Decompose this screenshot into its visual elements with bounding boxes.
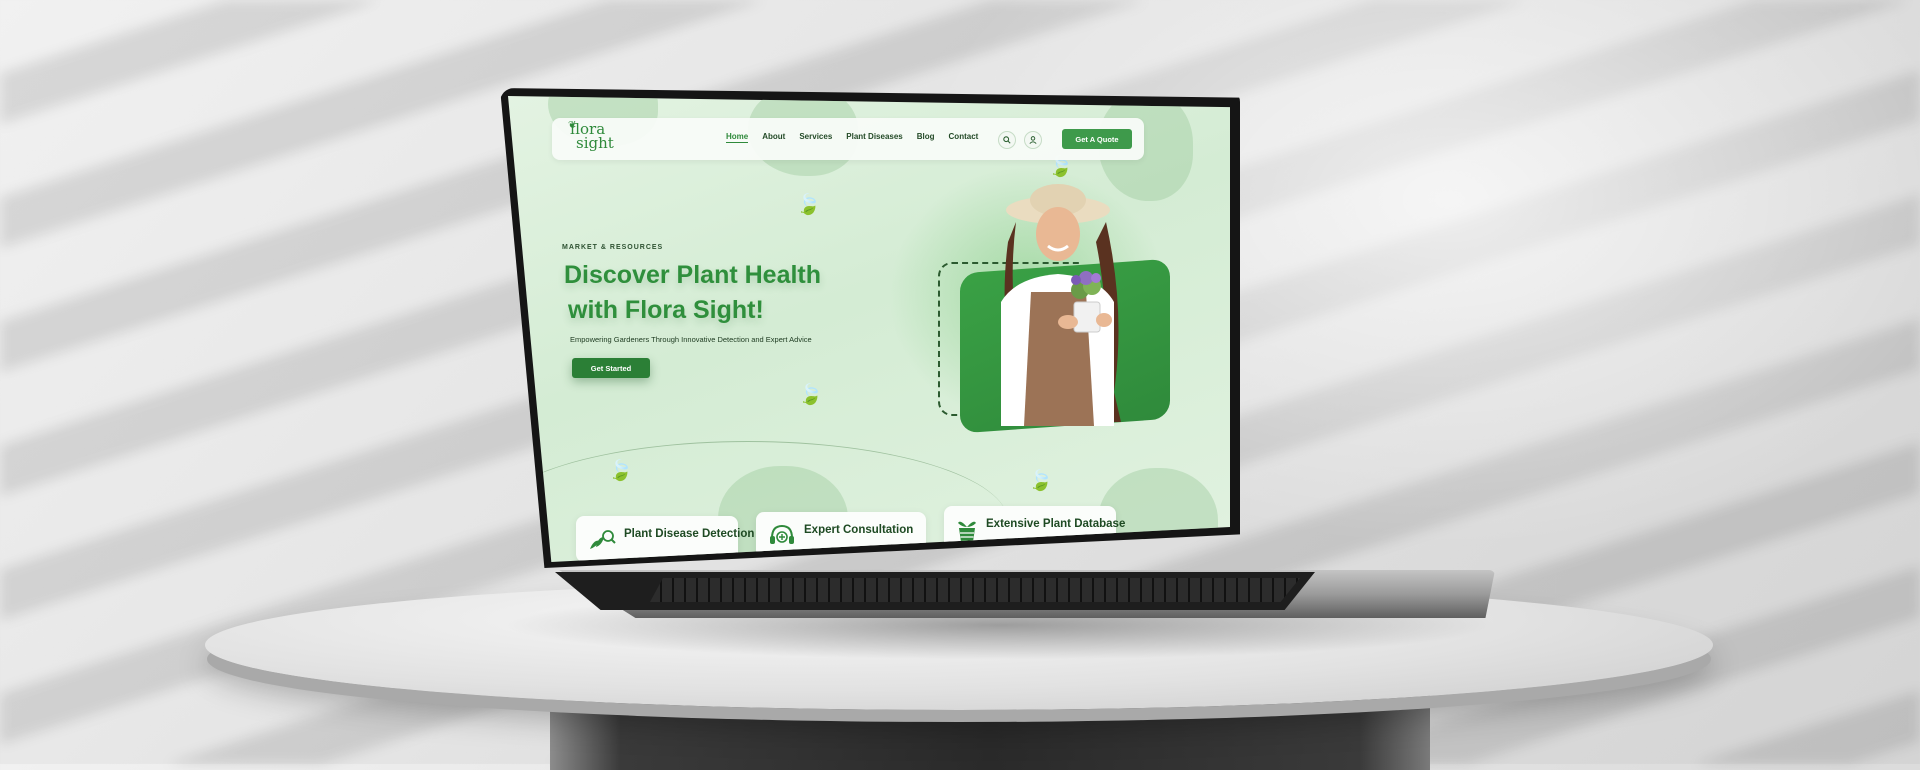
- nav-link-about[interactable]: About: [762, 132, 785, 143]
- nav-link-home[interactable]: Home: [726, 132, 749, 143]
- get-a-quote-button[interactable]: Get A Quote: [1062, 129, 1132, 149]
- get-started-button[interactable]: Get Started: [572, 358, 650, 378]
- feature-label: Extensive Plant Database: [986, 518, 1126, 530]
- hero-title-line1: Discover Plant Health: [564, 261, 822, 289]
- potted-plant-icon: [956, 518, 978, 542]
- user-icon: [1029, 136, 1037, 144]
- leaf-decoration-icon: 🍃: [796, 194, 821, 216]
- keyboard-keys: [650, 578, 1300, 602]
- flora-sight-logo[interactable]: ❦ flora sight: [568, 120, 614, 152]
- feature-label: Plant Disease Detection: [624, 528, 755, 540]
- search-icon: [1003, 136, 1011, 144]
- headset-support-icon: [768, 524, 796, 548]
- nav-link-blog[interactable]: Blog: [917, 132, 935, 143]
- hero-subtitle: Empowering Gardeners Through Innovative …: [570, 335, 812, 344]
- hero-eyebrow: MARKET & RESOURCES: [562, 244, 664, 251]
- account-button[interactable]: [1024, 131, 1042, 149]
- nav-link-services[interactable]: Services: [799, 132, 832, 143]
- hero-title: Discover Plant Health with Flora Sight!: [564, 258, 864, 328]
- sprout-icon: ❦: [568, 120, 577, 131]
- laptop-screen: 🍃 🍃 🍃 🍃 🍃 ❦ flora sight Home About Servi…: [508, 96, 1230, 562]
- logo-line2: sight: [576, 134, 614, 152]
- plant-magnifier-icon: [588, 528, 616, 552]
- nav-links: Home About Services Plant Diseases Blog …: [726, 132, 978, 143]
- nav-link-plant-diseases[interactable]: Plant Diseases: [846, 132, 902, 143]
- monstera-leaf-decoration: [1098, 468, 1218, 562]
- leaf-decoration-icon: 🍃: [1028, 470, 1053, 492]
- top-navbar: ❦ flora sight Home About Services Plant …: [552, 118, 1144, 160]
- leaf-decoration-icon: 🍃: [798, 384, 823, 406]
- feature-label: Expert Consultation: [804, 524, 914, 536]
- hero-title-line2: with Flora Sight!: [568, 296, 764, 324]
- leaf-decoration-icon: 🍃: [608, 460, 633, 482]
- search-button[interactable]: [998, 131, 1016, 149]
- nav-link-contact[interactable]: Contact: [949, 132, 979, 143]
- hero-woman-with-plant-image: [1001, 184, 1121, 426]
